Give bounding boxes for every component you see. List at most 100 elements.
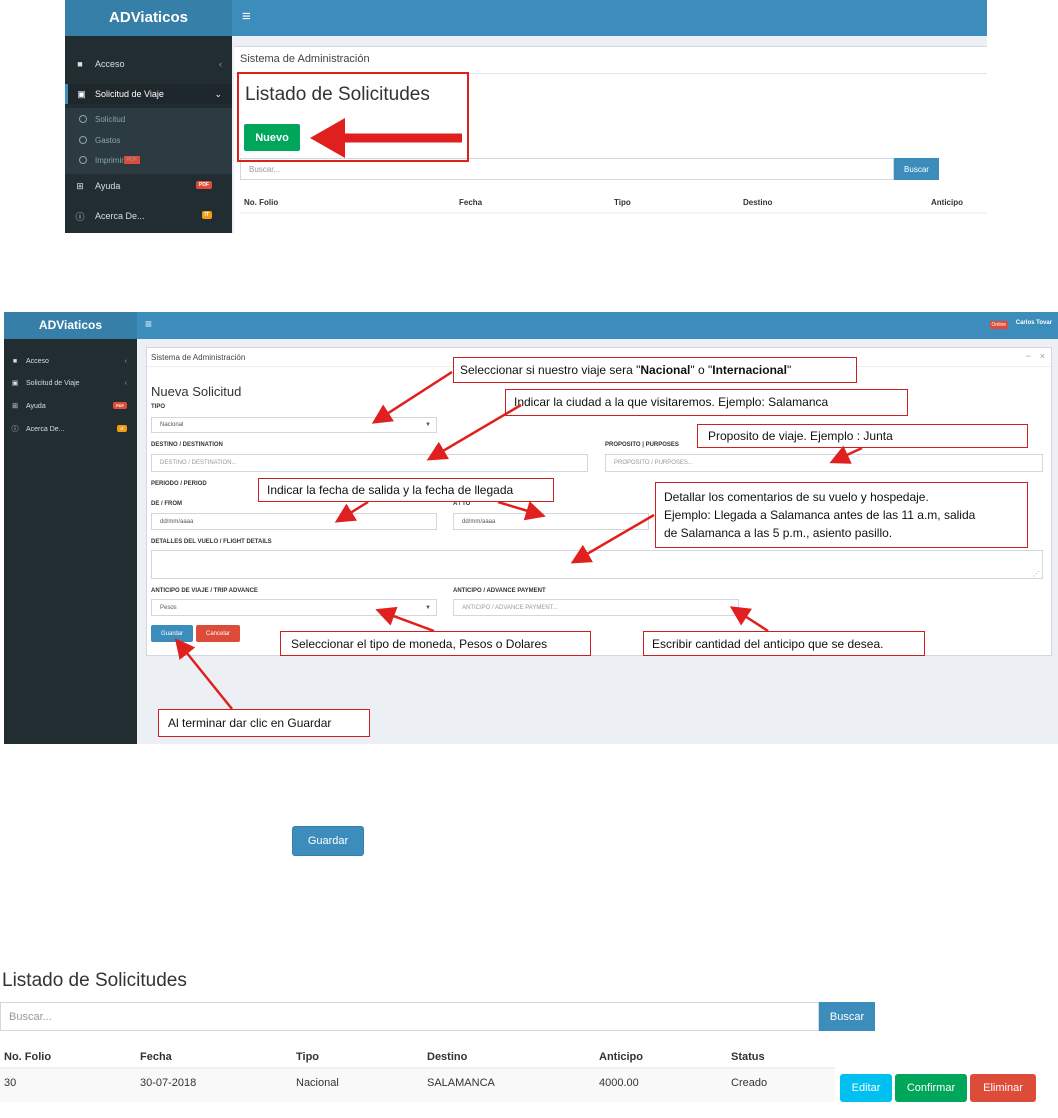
column-header: Status <box>731 1051 765 1063</box>
cell-anticipo: 4000.00 <box>599 1077 639 1089</box>
cell-fecha: 30-07-2018 <box>140 1077 197 1089</box>
callout-line: Ejemplo: Llegada a Salamanca antes de la… <box>664 508 976 522</box>
plus-square-icon: ⊞ <box>76 180 84 191</box>
callout-guardar: Al terminar dar clic en Guardar <box>158 709 370 737</box>
sidebar-item-solicitud-viaje[interactable]: ▣ Solicitud de Viaje ⌄ <box>65 84 232 104</box>
info-icon: ⓘ <box>11 426 19 433</box>
sidebar-item-acerca[interactable]: ⓘ Acerca De... IT <box>4 423 137 435</box>
sidebar-item-label: Solicitud de Viaje <box>26 379 80 387</box>
minimize-icon[interactable]: − <box>1026 351 1031 361</box>
folder-icon: ■ <box>12 357 18 365</box>
cell-status: Creado <box>731 1077 768 1089</box>
sidebar-item-acerca[interactable]: ⓘ Acerca De... IT <box>65 208 232 224</box>
anticipo-pago-input[interactable]: ANTICIPO / ADVANCE PAYMENT... <box>453 599 739 616</box>
de-date-input[interactable]: dd/mm/aaaa <box>151 513 437 530</box>
tipo-select[interactable]: Nacional ▼ <box>151 417 437 433</box>
brand-logo[interactable]: ADViaticos <box>4 312 137 339</box>
detalles-textarea[interactable]: ⋰ <box>151 550 1043 579</box>
column-header: Tipo <box>614 198 631 207</box>
proposito-label: PROPOSITO | PURPOSES <box>605 442 679 448</box>
callout-anticipo: Escribir cantidad del anticipo que se de… <box>643 631 925 656</box>
sidebar-item-label: Ayuda <box>95 181 121 191</box>
callout-proposito: Proposito de viaje. Ejemplo : Junta <box>697 424 1028 448</box>
callout-detalles: Detallar los comentarios de su vuelo y h… <box>655 482 1028 548</box>
sidebar-item-label: Acerca De... <box>26 425 65 433</box>
sidebar-item-label: Acceso <box>26 357 49 365</box>
cancel-button[interactable]: Cancelar <box>196 625 240 642</box>
destino-input[interactable]: DESTINO / DESTINATION... <box>151 454 588 472</box>
hamburger-icon[interactable]: ≡ <box>145 317 152 331</box>
user-name[interactable]: Carlos Tovar <box>1016 320 1052 326</box>
breadcrumb: Sistema de Administración <box>151 353 246 362</box>
search-button[interactable]: Buscar <box>819 1002 875 1031</box>
chevron-left-icon: ‹ <box>124 379 127 387</box>
proposito-input[interactable]: PROPOSITO / PURPOSES... <box>605 454 1043 472</box>
screen1-panel: ADViaticos ≡ ■ Acceso ‹ ▣ Solicitud de V… <box>65 0 987 233</box>
listing-panel: Listado de Solicitudes Buscar... Buscar … <box>0 964 1058 1118</box>
callout-moneda: Seleccionar el tipo de moneda, Pesos o D… <box>280 631 591 656</box>
breadcrumb: Sistema de Administración <box>240 53 370 65</box>
cell-tipo: Nacional <box>296 1077 339 1089</box>
de-label: DE / FROM <box>151 501 182 507</box>
sidebar-item-ayuda[interactable]: ⊞ Ayuda PDF <box>4 400 137 412</box>
anticipo-viaje-label: ANTICIPO DE VIAJE / TRIP ADVANCE <box>151 588 258 594</box>
page-title: Listado de Solicitudes <box>2 970 187 991</box>
delete-button[interactable]: Eliminar <box>970 1074 1036 1102</box>
confirm-button[interactable]: Confirmar <box>895 1074 967 1102</box>
periodo-label: PERIODO / PERIOD <box>151 481 207 487</box>
sidebar-subitem-gastos[interactable]: Gastos <box>65 133 232 147</box>
sidebar-subitem-label: Imprimir <box>95 155 124 165</box>
briefcase-icon: ▣ <box>11 380 19 387</box>
column-header: Tipo <box>296 1051 320 1063</box>
circle-icon <box>79 156 87 164</box>
hamburger-icon[interactable]: ≡ <box>242 8 251 25</box>
edit-button[interactable]: Editar <box>840 1074 892 1102</box>
a-date-input[interactable]: dd/mm/aaaa <box>453 513 649 530</box>
table-header: No. Folio Fecha Tipo Destino Anticipo St… <box>0 1045 835 1069</box>
callout-text: Seleccionar si nuestro viaje sera " <box>460 363 641 377</box>
caret-down-icon: ▼ <box>425 604 431 611</box>
sidebar-subitem-solicitud[interactable]: Solicitud <box>65 112 232 126</box>
top-navbar: ≡ <box>232 0 987 36</box>
plus-square-icon: ⊞ <box>12 403 18 410</box>
anticipo-viaje-select-value: Pesos <box>160 604 177 611</box>
sidebar-item-solicitud-viaje[interactable]: ▣ Solicitud de Viaje ‹ <box>4 377 137 389</box>
sidebar-subitem-imprimir[interactable]: Imprimir PDF <box>65 153 232 167</box>
folder-icon: ■ <box>77 59 83 69</box>
column-header: Anticipo <box>599 1051 643 1063</box>
circle-icon <box>79 136 87 144</box>
column-header: Anticipo <box>931 198 963 207</box>
save-button-large[interactable]: Guardar <box>292 826 364 856</box>
column-header: Fecha <box>459 198 483 207</box>
sidebar-item-acceso[interactable]: ■ Acceso ‹ <box>4 355 137 367</box>
search-button[interactable]: Buscar <box>894 158 939 180</box>
sidebar-subitem-label: Gastos <box>95 135 121 145</box>
chevron-down-icon: ⌄ <box>214 88 222 99</box>
sidebar-item-acceso[interactable]: ■ Acceso ‹ <box>65 56 232 72</box>
anticipo-viaje-select[interactable]: Pesos ▼ <box>151 599 437 616</box>
search-input[interactable]: Buscar... <box>0 1002 819 1031</box>
cell-folio: 30 <box>4 1077 17 1089</box>
callout-fechas: Indicar la fecha de salida y la fecha de… <box>258 478 554 502</box>
callout-tipo: Seleccionar si nuestro viaje sera "Nacio… <box>453 357 857 383</box>
it-badge: IT <box>117 425 127 432</box>
chevron-left-icon: ‹ <box>219 59 222 69</box>
sidebar-item-ayuda[interactable]: ⊞ Ayuda PDF <box>65 178 232 194</box>
info-icon: ⓘ <box>75 211 85 222</box>
resize-handle-icon[interactable]: ⋰ <box>1033 570 1040 578</box>
brand-logo[interactable]: ADViaticos <box>65 0 232 36</box>
destino-label: DESTINO / DESTINATION <box>151 442 223 448</box>
detalles-label: DETALLES DEL VUELO / FLIGHT DETAILS <box>151 539 272 545</box>
column-header: Fecha <box>140 1051 172 1063</box>
sidebar-item-label: Acceso <box>95 59 125 69</box>
save-button[interactable]: Guardar <box>151 625 193 642</box>
pdf-badge: PDF <box>123 156 140 164</box>
close-icon[interactable]: × <box>1040 351 1045 361</box>
top-navbar: ≡ Online Carlos Tovar <box>137 312 1058 339</box>
briefcase-icon: ▣ <box>77 88 86 99</box>
callout-line: de Salamanca a las 5 p.m., asiento pasil… <box>664 526 893 540</box>
column-header: No. Folio <box>4 1051 52 1063</box>
table-header: No. Folio Fecha Tipo Destino Anticipo <box>240 192 987 214</box>
callout-text: " o " <box>690 363 713 377</box>
pdf-badge: PDF <box>196 181 212 189</box>
